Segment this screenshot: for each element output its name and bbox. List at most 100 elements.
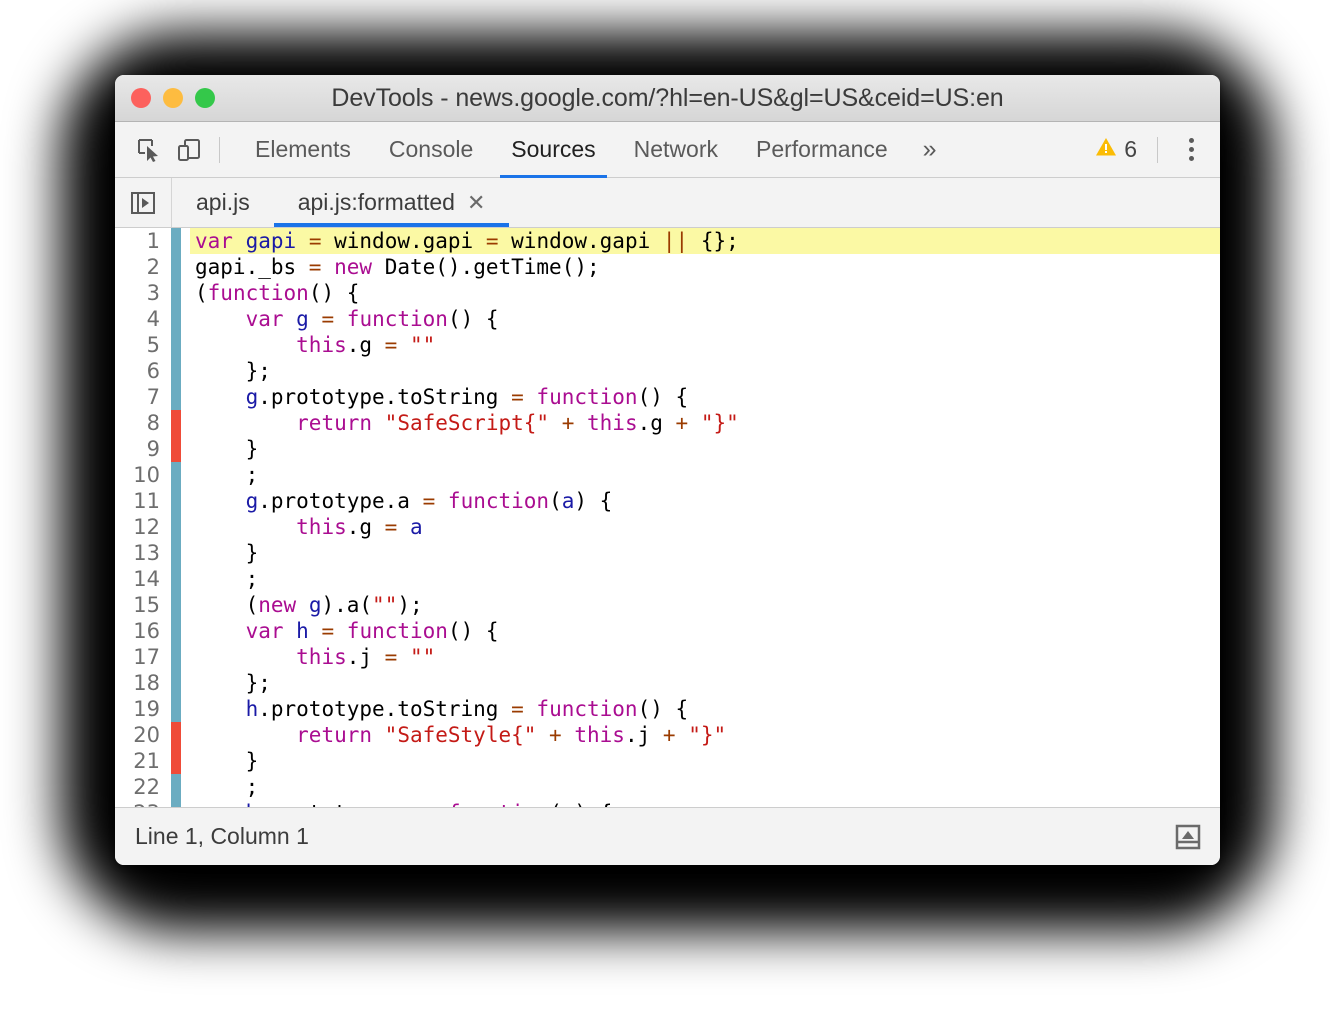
coverage-marker[interactable] [171,618,181,644]
code-line[interactable]: 18 }; [115,670,1220,696]
code-line[interactable]: 1 var gapi = window.gapi = window.gapi ||… [115,228,1220,254]
coverage-marker[interactable] [171,696,181,722]
code-line[interactable]: 14 ; [115,566,1220,592]
code-text[interactable]: } [190,436,1220,462]
breakpoint-marker[interactable] [171,410,181,436]
breakpoint-marker[interactable] [171,722,181,748]
inspect-element-icon[interactable] [129,130,169,170]
code-line[interactable]: 19 h.prototype.toString = function() { [115,696,1220,722]
code-text[interactable]: }; [190,358,1220,384]
code-text[interactable]: ; [190,566,1220,592]
code-line[interactable]: 2 gapi._bs = new Date().getTime(); [115,254,1220,280]
tab-elements[interactable]: Elements [236,122,370,178]
code-line[interactable]: 16 var h = function() { [115,618,1220,644]
code-text[interactable]: this.j = "" [190,644,1220,670]
file-tab-api-js-formatted[interactable]: api.js:formatted ✕ [273,178,510,227]
code-text[interactable]: this.g = a [190,514,1220,540]
zoom-button[interactable] [195,88,215,108]
code-text[interactable]: gapi._bs = new Date().getTime(); [190,254,1220,280]
code-line[interactable]: 12 this.g = a [115,514,1220,540]
coverage-marker[interactable] [171,358,181,384]
code-text[interactable]: return "SafeScript{" + this.g + "}" [190,410,1220,436]
breakpoint-marker[interactable] [171,748,181,774]
gutter-gap [181,306,190,332]
code-text[interactable]: ; [190,462,1220,488]
code-token: "}" [700,411,739,435]
code-editor[interactable]: 1 var gapi = window.gapi = window.gapi ||… [115,228,1220,808]
coverage-marker[interactable] [171,592,181,618]
tab-console[interactable]: Console [370,122,492,178]
code-line[interactable]: 6 }; [115,358,1220,384]
code-text[interactable]: var gapi = window.gapi = window.gapi || … [190,228,1220,254]
coverage-marker[interactable] [171,228,181,254]
code-line[interactable]: 20 return "SafeStyle{" + this.j + "}" [115,722,1220,748]
coverage-marker[interactable] [171,670,181,696]
code-text[interactable]: this.g = "" [190,332,1220,358]
coverage-marker[interactable] [171,462,181,488]
code-line[interactable]: 11 g.prototype.a = function(a) { [115,488,1220,514]
coverage-marker[interactable] [171,514,181,540]
code-text[interactable]: (new g).a(""); [190,592,1220,618]
code-token: = [321,307,335,331]
code-line[interactable]: 8 return "SafeScript{" + this.g + "}" [115,410,1220,436]
code-text[interactable]: }; [190,670,1220,696]
code-line[interactable]: 3 (function() { [115,280,1220,306]
code-text[interactable]: var h = function() { [190,618,1220,644]
code-text[interactable]: h.prototype.toString = function() { [190,696,1220,722]
code-token: .g [637,411,676,435]
gutter-gap [181,644,190,670]
code-token: = [308,255,322,279]
coverage-marker[interactable] [171,306,181,332]
code-line[interactable]: 22 ; [115,774,1220,800]
breakpoint-marker[interactable] [171,436,181,462]
code-text[interactable]: return "SafeStyle{" + this.j + "}" [190,722,1220,748]
coverage-marker[interactable] [171,540,181,566]
tab-performance[interactable]: Performance [737,122,907,178]
pretty-print-button[interactable] [1170,819,1206,855]
code-line[interactable]: 21 } [115,748,1220,774]
close-icon[interactable]: ✕ [467,191,485,214]
code-line[interactable]: 4 var g = function() { [115,306,1220,332]
show-navigator-icon[interactable] [115,178,172,227]
tab-sources[interactable]: Sources [492,122,614,178]
coverage-marker[interactable] [171,384,181,410]
close-button[interactable] [131,88,151,108]
code-text[interactable]: var g = function() { [190,306,1220,332]
code-text[interactable]: g.prototype.a = function(a) { [190,488,1220,514]
coverage-marker[interactable] [171,332,181,358]
code-token: h [245,697,259,721]
code-line[interactable]: 9 } [115,436,1220,462]
coverage-marker[interactable] [171,644,181,670]
code-token: = [384,645,398,669]
coverage-marker[interactable] [171,566,181,592]
device-toolbar-icon[interactable] [169,130,209,170]
code-line[interactable]: 15 (new g).a(""); [115,592,1220,618]
coverage-marker[interactable] [171,280,181,306]
more-tabs-icon[interactable]: » [907,122,953,178]
code-line[interactable]: 5 this.g = "" [115,332,1220,358]
more-options-icon[interactable] [1174,130,1208,170]
code-token: () { [447,619,499,643]
code-text[interactable]: g.prototype.toString = function() { [190,384,1220,410]
coverage-marker[interactable] [171,488,181,514]
coverage-marker[interactable] [171,254,181,280]
tab-network[interactable]: Network [615,122,737,178]
file-tab-api-js[interactable]: api.js [172,178,274,227]
code-token: + [675,411,689,435]
coverage-marker[interactable] [171,774,181,800]
gutter-gap [181,566,190,592]
code-text[interactable]: ; [190,774,1220,800]
code-text[interactable]: (function() { [190,280,1220,306]
code-text[interactable]: } [190,540,1220,566]
gutter-gap [181,384,190,410]
code-line[interactable]: 17 this.j = "" [115,644,1220,670]
code-line[interactable]: 10 ; [115,462,1220,488]
code-text[interactable]: } [190,748,1220,774]
warning-indicator[interactable]: 6 [1085,136,1147,163]
minimize-button[interactable] [163,88,183,108]
code-line[interactable]: 7 g.prototype.toString = function() { [115,384,1220,410]
code-line[interactable]: 13 } [115,540,1220,566]
